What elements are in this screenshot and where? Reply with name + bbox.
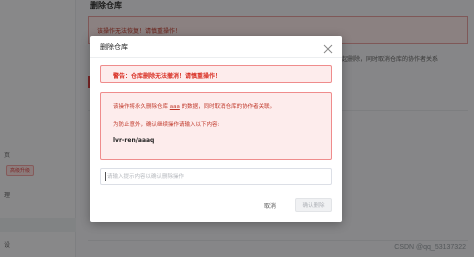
cancel-button[interactable]: 取消 [264, 201, 276, 210]
dialog-title: 删除仓库 [100, 43, 128, 51]
description-suffix: 的数据，同时取消仓库的协作者关联。 [179, 104, 276, 110]
confirm-input[interactable] [100, 168, 332, 185]
confirm-phrase: lvr-ren/aaaq [113, 137, 155, 144]
delete-repo-dialog: 删除仓库 警告：仓库删除无法撤消！请慎重操作！ 该操作将永久删除仓库 aaa 的… [90, 36, 342, 222]
warning-alert: 警告：仓库删除无法撤消！请慎重操作！ [100, 65, 332, 83]
close-icon[interactable] [322, 40, 334, 54]
repo-name: aaa [169, 104, 180, 110]
warning-alert-text: 警告：仓库删除无法撤消！请慎重操作！ [113, 73, 222, 80]
delete-description: 该操作将永久删除仓库 aaa 的数据，同时取消仓库的协作者关联。 [113, 102, 275, 110]
info-box: 该操作将永久删除仓库 aaa 的数据，同时取消仓库的协作者关联。 为防止意外，确… [100, 92, 332, 160]
dialog-header: 删除仓库 [90, 36, 342, 58]
text-cursor [105, 172, 106, 181]
confirm-prompt: 为防止意外，确认继续操作请输入以下内容: [113, 122, 220, 128]
description-prefix: 该操作将永久删除仓库 [113, 104, 170, 110]
confirm-delete-button[interactable]: 确认删除 [295, 198, 332, 212]
